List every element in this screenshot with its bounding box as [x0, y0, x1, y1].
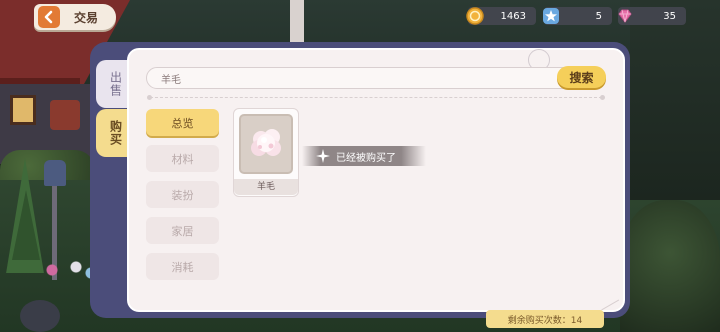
gem-icon — [618, 9, 632, 23]
star-value: 5 — [595, 10, 602, 22]
back-button[interactable]: 交易 — [34, 4, 116, 30]
divider-dot — [147, 95, 152, 100]
divider — [150, 97, 602, 98]
category-consumables[interactable]: 消耗 — [146, 253, 219, 280]
category-furniture[interactable]: 家居 — [146, 217, 219, 244]
star-counter[interactable]: 5 — [543, 7, 612, 25]
star-icon — [543, 8, 559, 24]
back-label: 交易 — [74, 10, 99, 25]
gem-counter[interactable]: 35 — [618, 7, 686, 25]
tab-sell-label: 出售 — [108, 71, 123, 97]
rock — [20, 300, 60, 332]
lamp — [44, 160, 66, 186]
search-input[interactable] — [146, 67, 606, 89]
back-arrow-icon — [38, 6, 60, 28]
coin-counter[interactable]: 1463 — [466, 7, 536, 25]
gem-value: 35 — [663, 10, 676, 22]
category-overview[interactable]: 总览 — [146, 109, 219, 136]
item-name: 羊毛 — [234, 179, 298, 195]
coin-value: 1463 — [500, 10, 526, 22]
item-card-wool[interactable]: 羊毛 — [233, 108, 299, 197]
bush — [620, 200, 720, 332]
tab-buy-label: 购买 — [108, 120, 123, 146]
item-slot — [239, 114, 293, 174]
category-materials[interactable]: 材料 — [146, 145, 219, 172]
crate — [50, 100, 80, 130]
sold-text: 已经被购买了 — [336, 152, 396, 164]
dark-foliage — [630, 0, 720, 200]
category-outfits[interactable]: 装扮 — [146, 181, 219, 208]
coin-icon — [466, 7, 484, 25]
house-window — [10, 95, 36, 125]
remaining-purchases: 剩余购买次数：14 — [486, 310, 604, 328]
search-button[interactable]: 搜索 — [557, 66, 606, 88]
sold-notice: 已经被购买了 — [302, 146, 426, 166]
wool-icon — [251, 129, 281, 156]
divider-dot — [600, 95, 605, 100]
sparkle-icon — [316, 149, 330, 163]
